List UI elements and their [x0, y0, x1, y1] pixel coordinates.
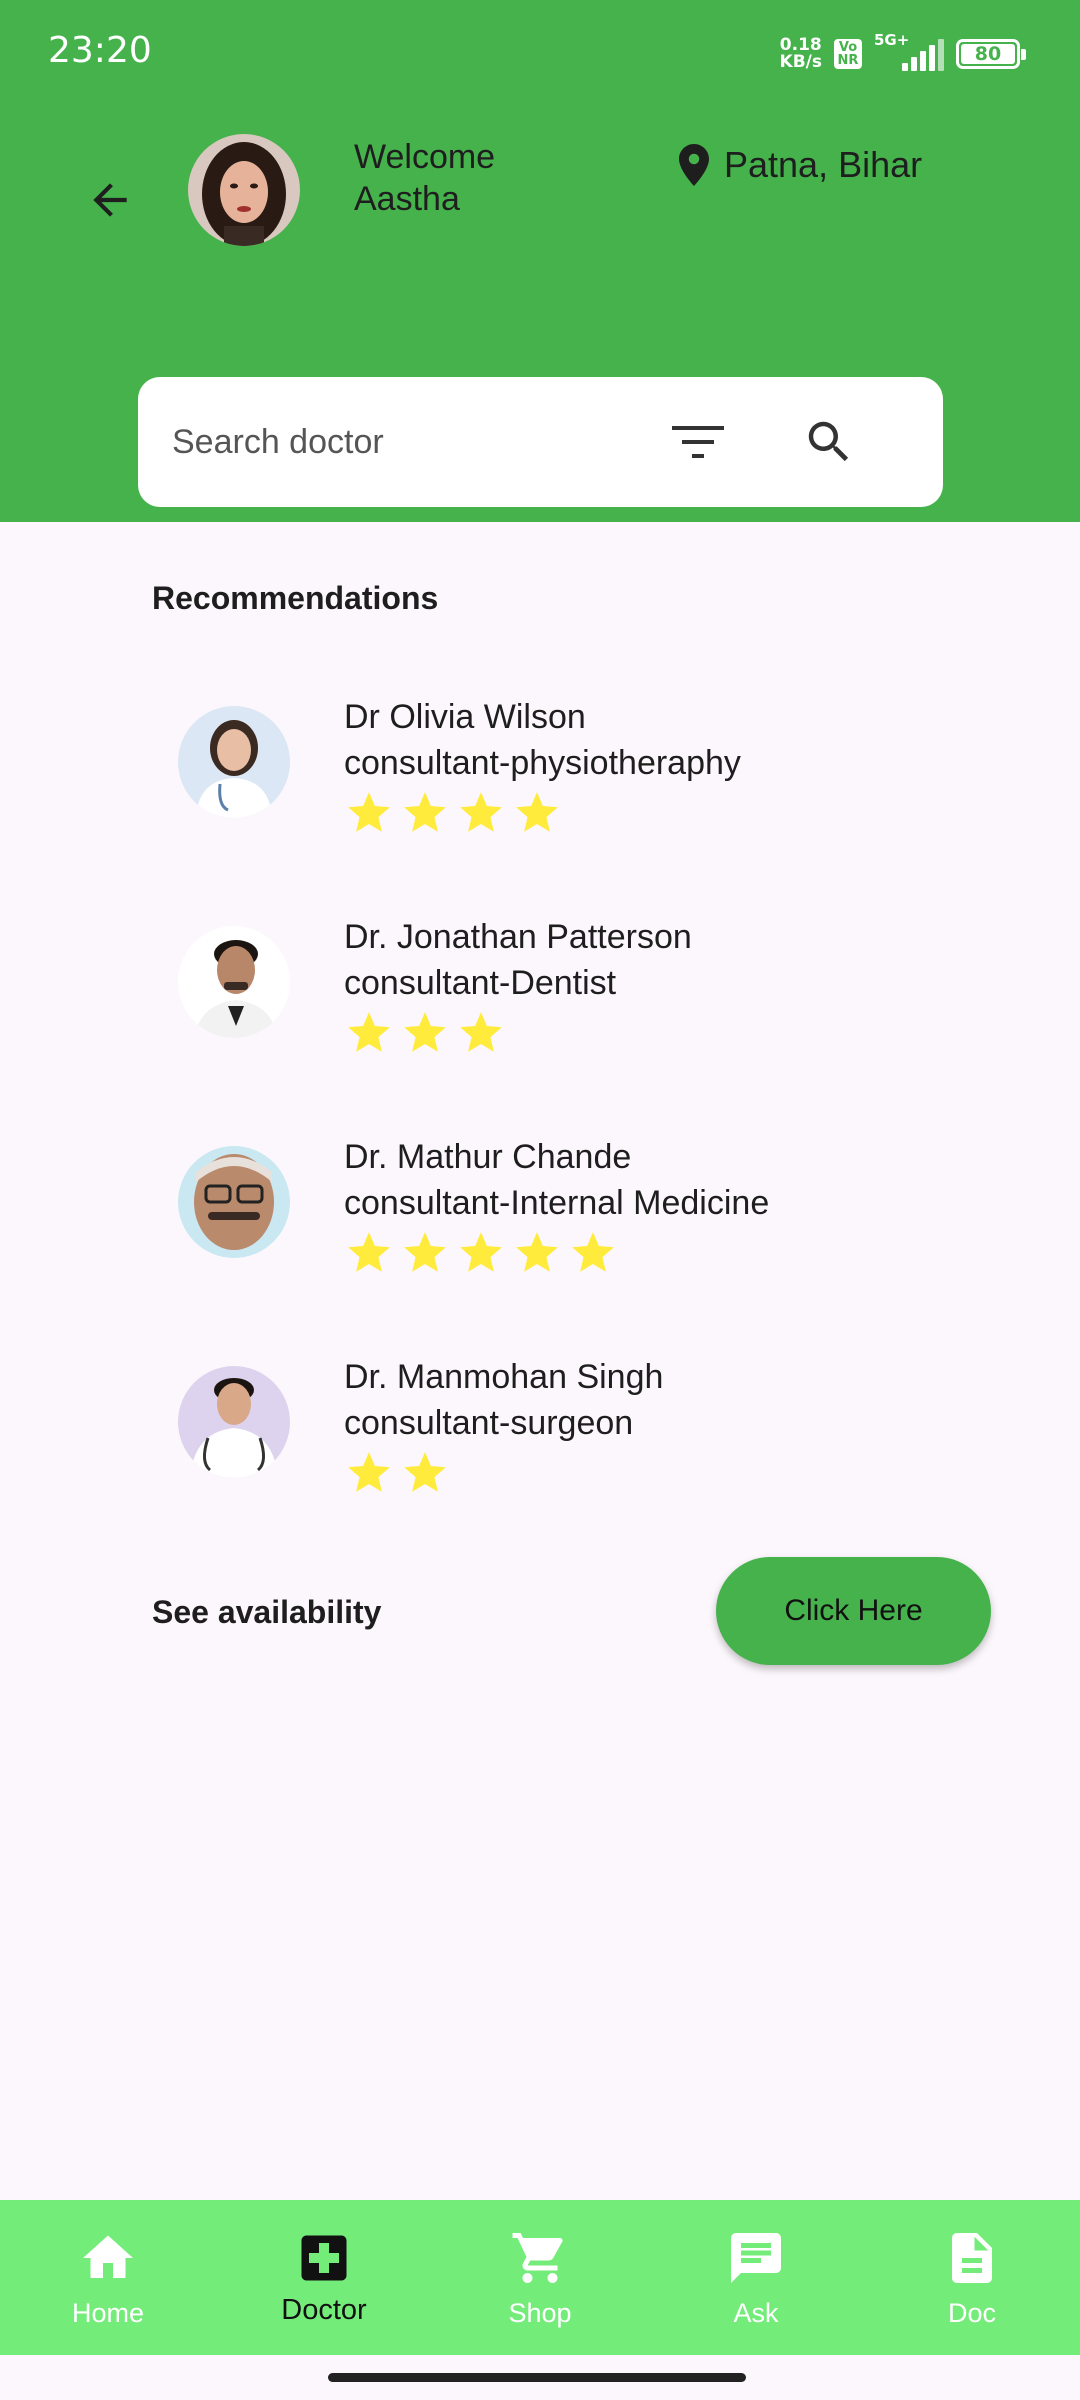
status-bar: 23:20 0.18 KB/s Vo NR 5G+ 80	[0, 0, 1080, 110]
user-name: Aastha	[354, 180, 460, 218]
chat-icon	[731, 2233, 781, 2283]
signal-icon: 5G+	[874, 31, 944, 71]
star-icon	[516, 1232, 558, 1272]
document-icon	[952, 2233, 992, 2283]
rating-stars	[344, 1008, 506, 1058]
battery-icon: 80	[956, 39, 1026, 69]
star-icon	[572, 1232, 614, 1272]
star-icon	[404, 1012, 446, 1052]
cart-icon	[512, 2233, 563, 2283]
doctor-avatar	[178, 706, 290, 818]
doctor-card[interactable]: Dr. Jonathan Patterson consultant-Dentis…	[0, 918, 1080, 1126]
star-icon	[348, 1452, 390, 1492]
doctor-specialty: consultant-surgeon	[344, 1404, 634, 1442]
doctor-avatar	[178, 1366, 290, 1478]
doctor-card[interactable]: Dr. Manmohan Singh consultant-surgeon	[0, 1358, 1080, 1566]
nav-label-shop: Shop	[508, 2298, 572, 2328]
star-icon	[460, 1012, 502, 1052]
search-input[interactable]	[172, 377, 732, 507]
nav-label-ask: Ask	[733, 2298, 779, 2328]
location-pin-icon	[679, 144, 709, 186]
star-icon	[404, 1452, 446, 1492]
filter-button[interactable]	[668, 415, 728, 469]
doctor-card[interactable]: Dr Olivia Wilson consultant-physiotherap…	[0, 698, 1080, 906]
network-speed: 0.18 KB/s	[780, 37, 822, 71]
star-icon	[348, 792, 390, 832]
doctor-specialty: consultant-physiotheraphy	[344, 744, 741, 782]
battery-level: 80	[974, 43, 1002, 65]
doctor-card[interactable]: Dr. Mathur Chande consultant-Internal Me…	[0, 1138, 1080, 1346]
star-icon	[460, 792, 502, 832]
nav-label-doctor: Doctor	[281, 2294, 367, 2326]
home-icon	[83, 2235, 133, 2278]
filter-icon	[672, 426, 724, 458]
nav-item-doctor[interactable]: Doctor	[216, 2200, 432, 2355]
star-icon	[404, 1232, 446, 1272]
doctor-specialty: consultant-Dentist	[344, 964, 617, 1002]
nav-item-shop[interactable]: Shop	[432, 2200, 648, 2355]
bottom-nav: Home Doctor Shop Ask Doc	[0, 2200, 1080, 2355]
user-avatar[interactable]	[188, 134, 300, 246]
avatar-image	[188, 134, 300, 246]
search-bar	[138, 377, 943, 507]
nav-label-home: Home	[71, 2298, 145, 2328]
star-icon	[348, 1012, 390, 1052]
search-icon	[808, 421, 849, 462]
location[interactable]: Patna, Bihar	[676, 140, 922, 190]
availability-label: See availability	[152, 1594, 382, 1630]
network-speed-unit: KB/s	[779, 52, 822, 72]
welcome-text: Welcome Aastha	[354, 136, 495, 220]
doctor-name: Dr Olivia Wilson	[344, 698, 586, 736]
volte-icon: Vo NR	[834, 39, 862, 69]
home-indicator[interactable]	[328, 2373, 746, 2382]
doctor-avatar	[178, 926, 290, 1038]
search-button[interactable]	[798, 411, 860, 473]
back-button[interactable]	[80, 170, 140, 230]
nav-item-home[interactable]: Home	[0, 2200, 216, 2355]
rating-stars	[344, 1228, 618, 1278]
nav-item-doc[interactable]: Doc	[864, 2200, 1080, 2355]
rating-stars	[344, 788, 562, 838]
star-icon	[404, 792, 446, 832]
status-icons: 0.18 KB/s Vo NR 5G+ 80	[780, 31, 1026, 74]
recommendations-title: Recommendations	[152, 580, 439, 616]
location-label: Patna, Bihar	[724, 144, 923, 185]
arrow-left-icon	[93, 183, 127, 217]
medical-cross-icon	[301, 2235, 347, 2281]
nav-item-ask[interactable]: Ask	[648, 2200, 864, 2355]
click-here-button[interactable]: Click Here	[716, 1557, 991, 1665]
star-icon	[348, 1232, 390, 1272]
volte-bottom: NR	[837, 53, 859, 68]
star-icon	[516, 792, 558, 832]
doctor-name: Dr. Jonathan Patterson	[344, 918, 692, 956]
doctor-avatar	[178, 1146, 290, 1258]
status-time: 23:20	[48, 30, 152, 71]
rating-stars	[344, 1448, 450, 1498]
nav-label-doc: Doc	[947, 2298, 996, 2328]
network-type: 5G+	[874, 31, 910, 49]
doctor-specialty: consultant-Internal Medicine	[344, 1184, 770, 1222]
doctor-name: Dr. Mathur Chande	[344, 1138, 632, 1176]
doctor-name: Dr. Manmohan Singh	[344, 1358, 664, 1396]
welcome-line: Welcome	[354, 138, 496, 176]
star-icon	[460, 1232, 502, 1272]
header: 23:20 0.18 KB/s Vo NR 5G+ 80 Welcome Aas…	[0, 0, 1080, 522]
